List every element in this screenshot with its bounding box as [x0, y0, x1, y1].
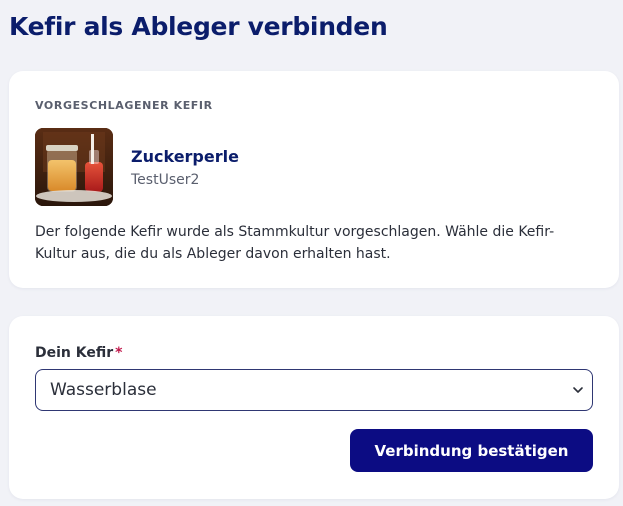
kefir-meta: Zuckerperle TestUser2	[131, 147, 239, 188]
kefir-select-value: Wasserblase	[50, 380, 157, 400]
kefir-select-card: Dein Kefir * Wasserblase Verbindung bestä…	[9, 316, 619, 499]
required-mark: *	[115, 345, 123, 361]
chevron-down-icon	[573, 387, 583, 393]
kefir-name: Zuckerperle	[131, 146, 239, 166]
kefir-select[interactable]: Wasserblase	[35, 369, 593, 411]
section-label: VORGESCHLAGENER KEFIR	[35, 99, 213, 112]
confirm-connection-button[interactable]: Verbindung bestätigen	[350, 429, 593, 472]
suggestion-description: Der folgende Kefir wurde als Stammkultur…	[35, 224, 555, 262]
page-title: Kefir als Ableger verbinden	[9, 12, 388, 41]
kefir-field-label-text: Dein Kefir	[35, 345, 114, 361]
kefir-thumbnail	[35, 128, 113, 206]
suggested-kefir-row: Zuckerperle TestUser2	[35, 128, 239, 206]
suggested-kefir-card: VORGESCHLAGENER KEFIR Zuckerperle TestUs…	[9, 71, 619, 288]
kefir-owner: TestUser2	[131, 171, 200, 188]
page: Kefir als Ableger verbinden VORGESCHLAGE…	[0, 0, 623, 506]
kefir-field-label: Dein Kefir *	[35, 345, 122, 361]
